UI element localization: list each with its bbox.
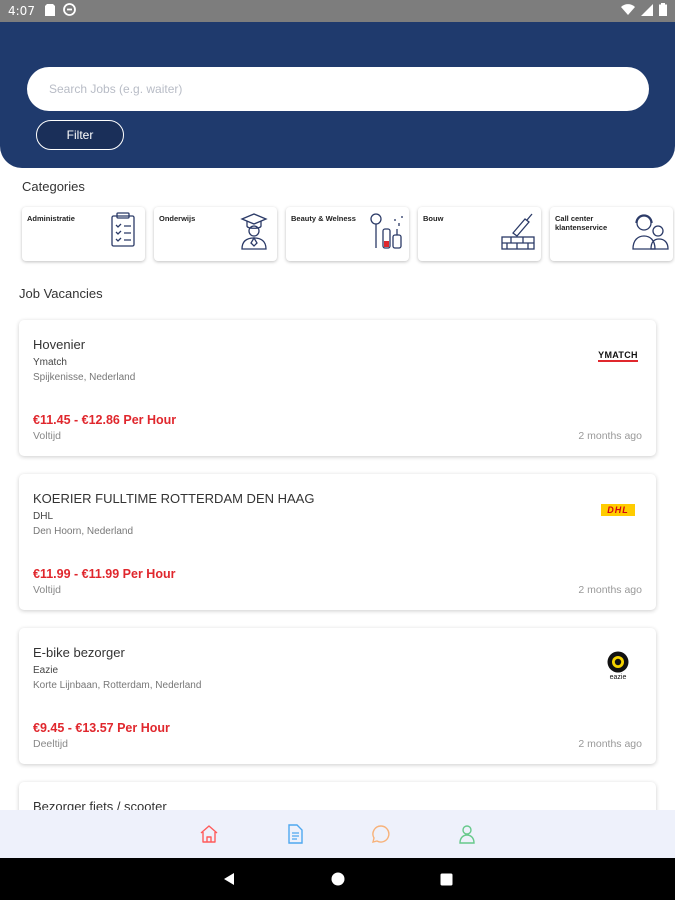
- headset-agents-icon: [632, 214, 669, 250]
- nav-messages[interactable]: [369, 822, 393, 846]
- job-location: Spijkenisse, Nederland: [33, 372, 136, 383]
- job-company: Ymatch: [33, 357, 67, 368]
- job-title: KOERIER FULLTIME ROTTERDAM DEN HAAG: [33, 491, 315, 506]
- header: Filter: [0, 22, 675, 168]
- bottom-navigation: [0, 810, 675, 858]
- job-vacancies-title: Job Vacancies: [19, 286, 103, 301]
- back-icon[interactable]: [222, 872, 236, 886]
- job-posted: 2 months ago: [578, 584, 642, 596]
- sd-card-icon: [44, 3, 55, 19]
- job-location: Den Hoorn, Nederland: [33, 526, 134, 537]
- search-input[interactable]: [49, 82, 649, 96]
- status-bar: 4:07: [0, 0, 675, 22]
- job-title: E-bike bezorger: [33, 645, 125, 660]
- category-label: Call center klantenservice: [555, 214, 608, 232]
- profile-icon: [458, 825, 475, 844]
- job-type: Voltijd: [33, 584, 62, 596]
- signal-icon: [641, 3, 653, 19]
- category-label: Administratie: [27, 214, 75, 223]
- job-location: Korte Lijnbaan, Rotterdam, Nederland: [33, 680, 202, 691]
- logo-text: DHL: [601, 504, 635, 516]
- clipboard-icon: [111, 212, 135, 247]
- sync-icon: [63, 3, 76, 19]
- chat-icon: [371, 825, 390, 843]
- nav-applications[interactable]: [283, 822, 307, 846]
- category-administratie[interactable]: Administratie: [22, 207, 145, 261]
- job-salary: €11.45 - €12.86 Per Hour: [33, 413, 177, 427]
- home-icon: [200, 825, 217, 843]
- categories-title: Categories: [22, 179, 85, 194]
- job-salary: €9.45 - €13.57 Per Hour: [33, 721, 170, 735]
- recents-icon[interactable]: [440, 873, 453, 886]
- nav-home[interactable]: [197, 822, 221, 846]
- job-card[interactable]: E-bike bezorger Eazie Korte Lijnbaan, Ro…: [19, 628, 656, 764]
- nav-profile[interactable]: [455, 822, 479, 846]
- filter-button[interactable]: Filter: [36, 120, 124, 150]
- job-salary: €11.99 - €11.99 Per Hour: [33, 567, 176, 581]
- search-bar[interactable]: [27, 67, 649, 111]
- document-icon: [287, 824, 303, 844]
- job-posted: 2 months ago: [578, 738, 642, 750]
- graduate-icon: [240, 213, 268, 250]
- job-card[interactable]: Hovenier Ymatch Spijkenisse, Nederland €…: [19, 320, 656, 456]
- category-beauty[interactable]: Beauty & Welness: [286, 207, 409, 261]
- company-logo: YMATCH: [592, 344, 644, 368]
- brick-trowel-icon: [501, 213, 535, 250]
- system-navigation-bar: [0, 858, 675, 900]
- category-label: Beauty & Welness: [291, 214, 356, 223]
- beauty-products-icon: [370, 213, 403, 249]
- eazie-logo-icon: [607, 651, 629, 673]
- category-label: Onderwijs: [159, 214, 196, 223]
- category-call-center[interactable]: Call center klantenservice: [550, 207, 673, 261]
- categories-list: Administratie Onderwijs Beauty & Welness: [22, 207, 673, 261]
- wifi-icon: [621, 3, 635, 19]
- category-bouw[interactable]: Bouw: [418, 207, 541, 261]
- job-type: Voltijd: [33, 430, 62, 442]
- category-onderwijs[interactable]: Onderwijs: [154, 207, 277, 261]
- job-company: Eazie: [33, 665, 59, 676]
- home-circle-icon[interactable]: [331, 872, 345, 886]
- status-time: 4:07: [8, 4, 35, 18]
- job-card[interactable]: KOERIER FULLTIME ROTTERDAM DEN HAAG DHL …: [19, 474, 656, 610]
- job-type: Deeltijd: [33, 738, 69, 750]
- job-posted: 2 months ago: [578, 430, 642, 442]
- company-logo: DHL: [592, 498, 644, 522]
- battery-icon: [659, 3, 667, 19]
- logo-text: YMATCH: [598, 350, 638, 362]
- job-title: Hovenier: [33, 337, 86, 352]
- category-label: Bouw: [423, 214, 444, 223]
- job-company: DHL: [33, 511, 54, 522]
- logo-text: eazie: [609, 674, 627, 681]
- company-logo: eazie: [592, 648, 644, 684]
